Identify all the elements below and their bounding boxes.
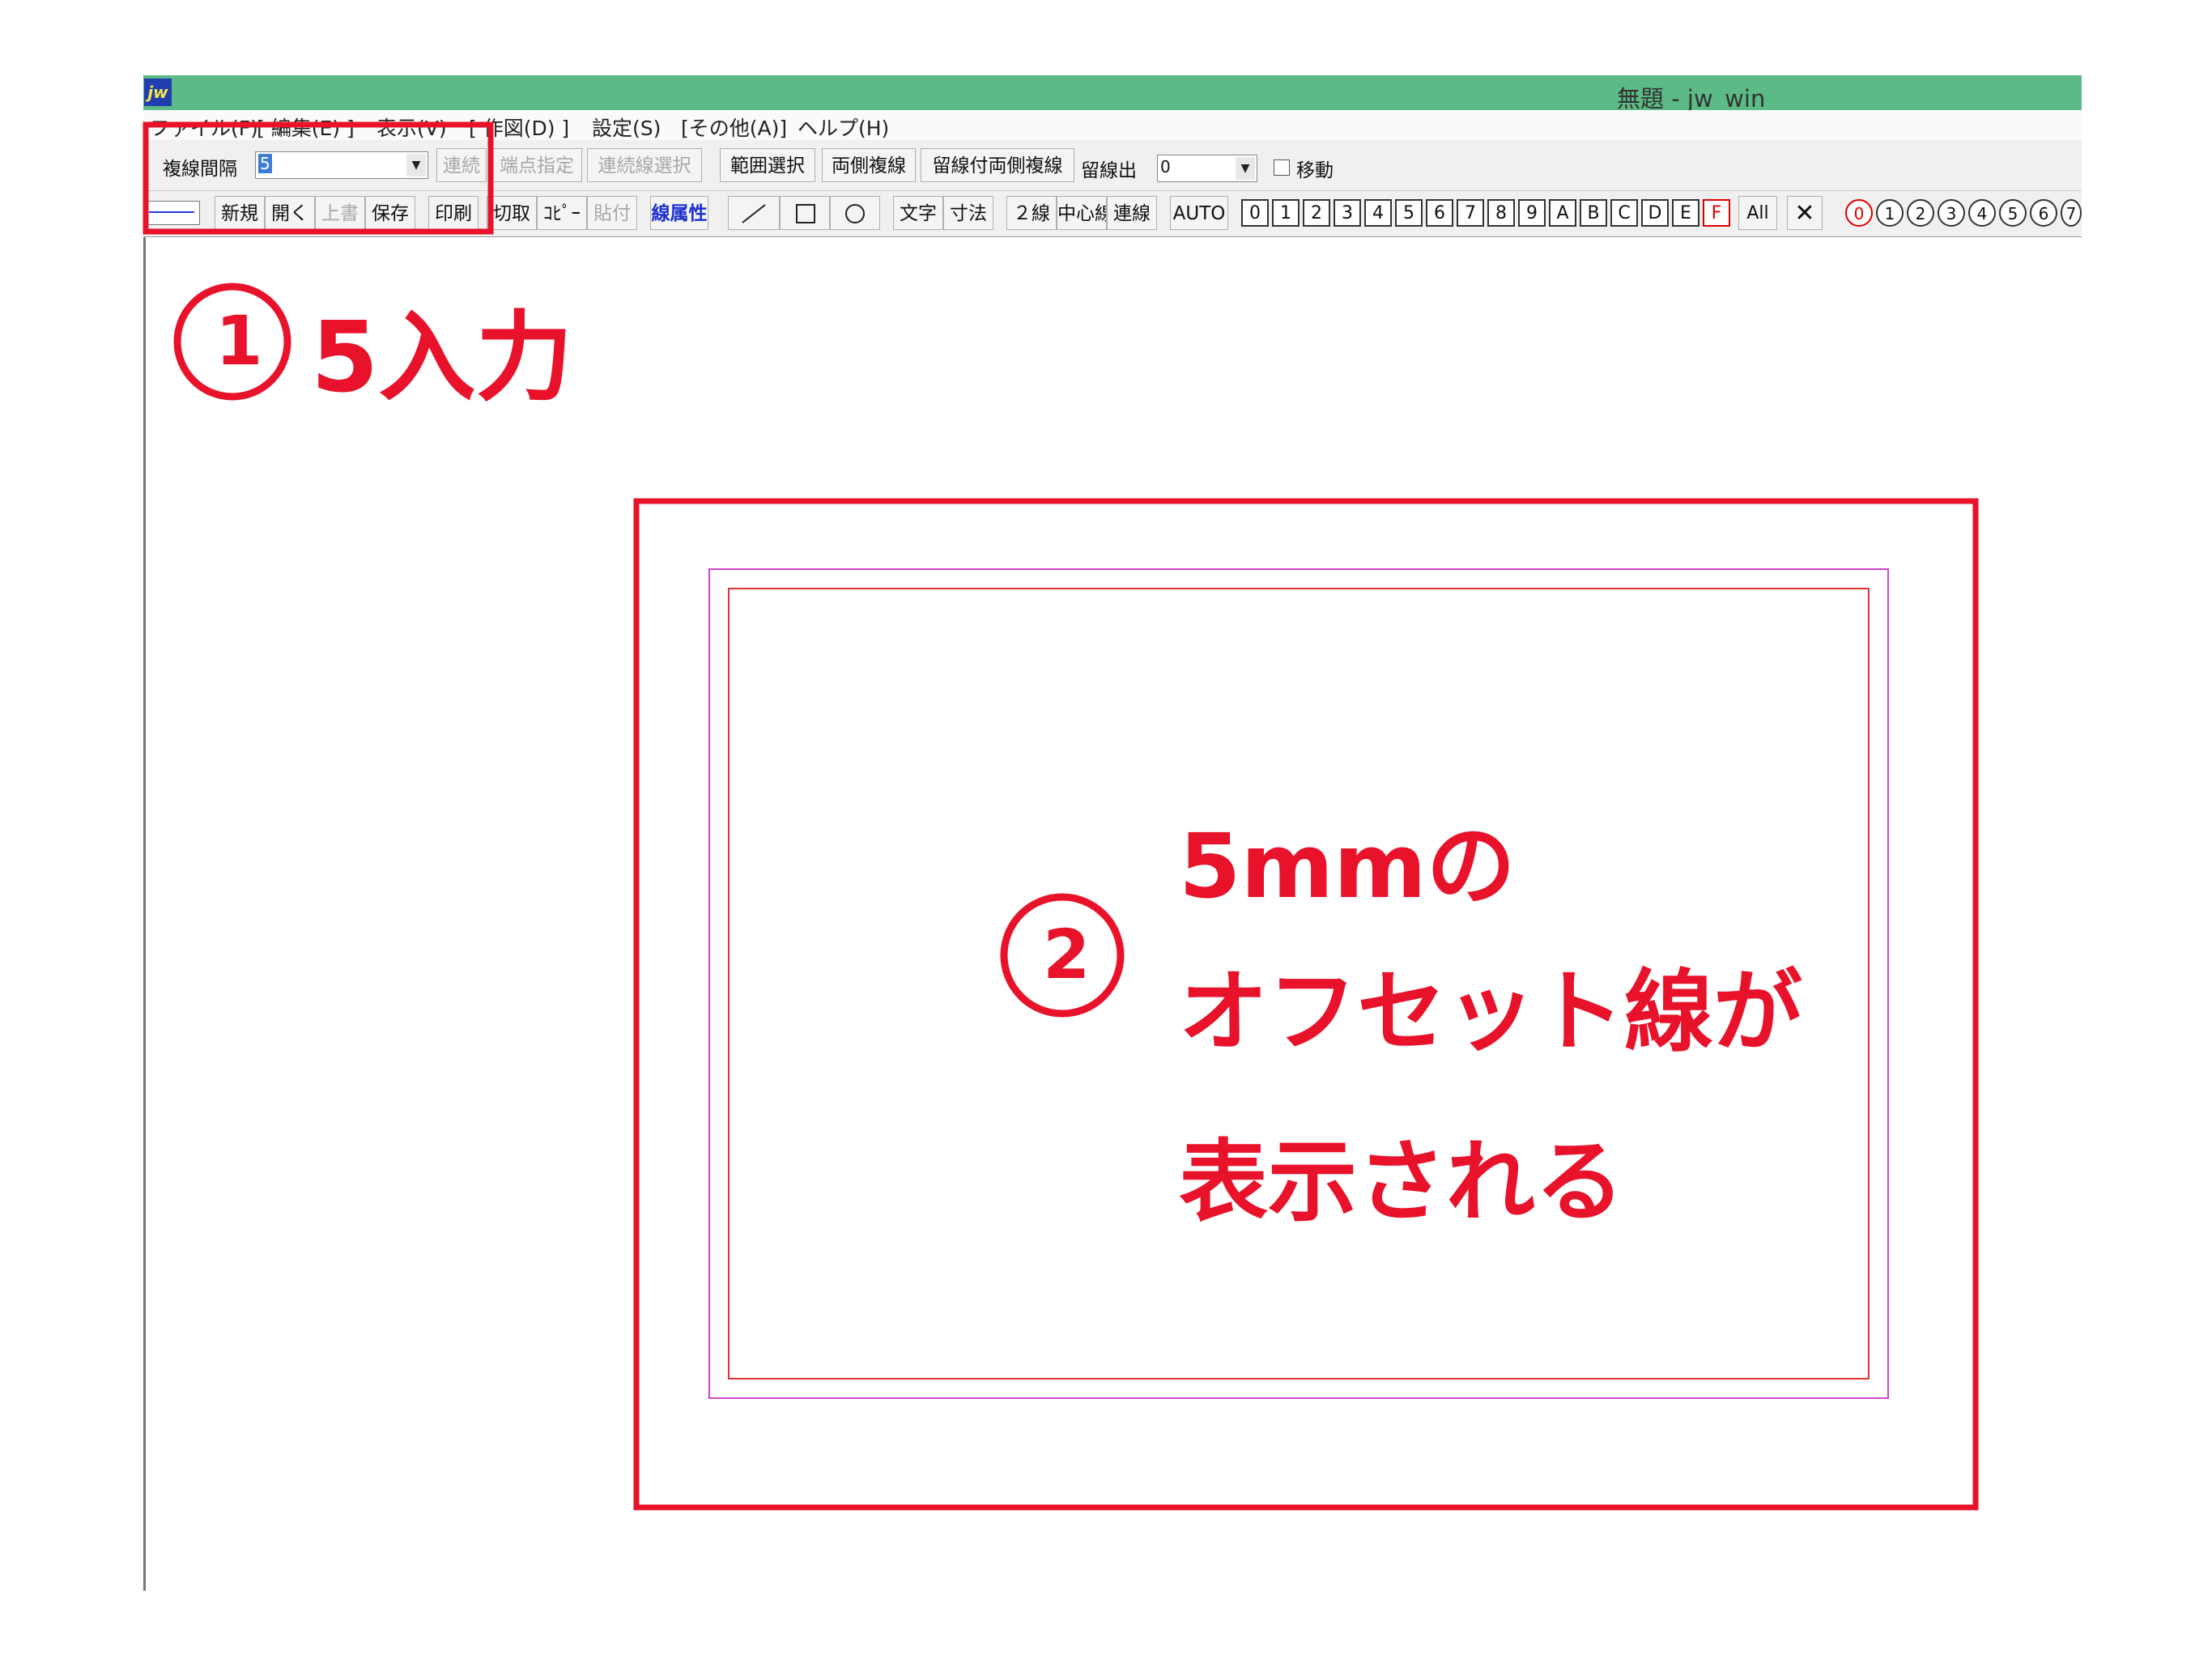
step2-number: 2 (1043, 915, 1091, 994)
step2-line2: オフセット線が (1179, 960, 1802, 1064)
step2-line3: 表示される (1179, 1130, 1624, 1234)
drawing-overlay (143, 121, 1979, 1511)
step2-line1: 5mmの (1179, 814, 1516, 918)
step1-number: 1 (215, 301, 263, 380)
interval-highlight-box (143, 121, 494, 235)
step1-instruction: 5入力 (311, 302, 573, 414)
